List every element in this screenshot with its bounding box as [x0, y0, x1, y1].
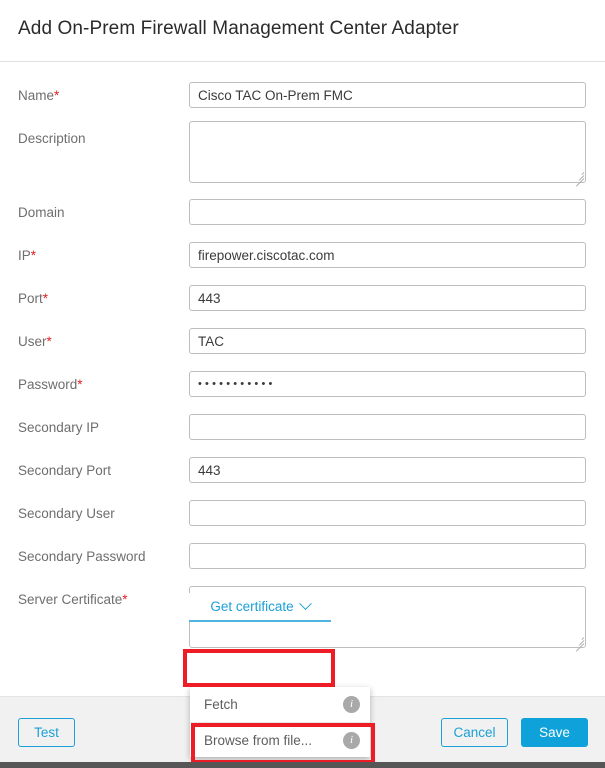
chevron-down-icon: [298, 597, 312, 611]
input-secondary-user[interactable]: [189, 500, 586, 526]
required-marker: *: [30, 248, 37, 263]
input-port[interactable]: [189, 285, 586, 311]
page-title: Add On-Prem Firewall Management Center A…: [18, 18, 459, 39]
label-text: Port: [18, 291, 43, 306]
info-icon[interactable]: i: [343, 731, 360, 749]
label-text: IP: [18, 248, 31, 263]
label-text: Password: [18, 377, 78, 392]
required-marker: *: [122, 592, 128, 607]
label-text: Name: [18, 88, 55, 103]
save-button[interactable]: Save: [521, 718, 588, 747]
input-user[interactable]: [189, 328, 586, 354]
menu-item-label: Browse from file...: [204, 732, 313, 748]
get-certificate-control: Get certificate: [189, 593, 331, 622]
input-ip[interactable]: [189, 242, 586, 268]
label-secondary-port: Secondary Port: [18, 463, 111, 479]
required-marker: *: [77, 377, 83, 392]
menu-item-fetch[interactable]: Fetch i: [190, 687, 370, 722]
get-certificate-button[interactable]: Get certificate: [189, 593, 331, 622]
label-domain: Domain: [18, 205, 65, 221]
label-server-certificate: Server Certificate*: [18, 592, 128, 608]
input-domain[interactable]: [189, 199, 586, 225]
label-secondary-user: Secondary User: [18, 506, 115, 522]
input-description[interactable]: [189, 121, 586, 183]
required-marker: *: [54, 88, 60, 103]
window-bottom-bar: [0, 762, 605, 768]
input-secondary-ip[interactable]: [189, 414, 586, 440]
label-description: Description: [18, 131, 86, 147]
label-port: Port*: [18, 291, 48, 307]
get-certificate-label: Get certificate: [210, 599, 294, 614]
label-text: Secondary Password: [18, 549, 146, 564]
label-text: Server Certificate: [18, 592, 123, 607]
menu-item-browse-from-file[interactable]: Browse from file... i: [190, 722, 370, 757]
menu-item-label: Fetch: [204, 697, 238, 712]
label-name: Name*: [18, 88, 59, 104]
label-text: Secondary Port: [18, 463, 112, 478]
required-marker: *: [46, 334, 52, 349]
dialog-header: Add On-Prem Firewall Management Center A…: [0, 0, 605, 62]
label-password: Password*: [18, 377, 83, 393]
label-secondary-ip: Secondary IP: [18, 420, 99, 436]
label-text: Secondary User: [18, 506, 115, 521]
label-user: User*: [18, 334, 52, 350]
input-password[interactable]: [189, 371, 586, 397]
label-ip: IP*: [18, 248, 36, 264]
required-marker: *: [42, 291, 49, 306]
input-name[interactable]: [189, 82, 586, 108]
label-text: Description: [18, 131, 86, 146]
label-text: Secondary IP: [18, 420, 100, 435]
info-icon[interactable]: i: [343, 696, 360, 713]
get-certificate-dropdown-menu: Fetch i Browse from file... i: [190, 687, 370, 757]
cancel-button[interactable]: Cancel: [441, 718, 508, 747]
label-text: User: [18, 334, 47, 349]
test-button[interactable]: Test: [18, 718, 75, 747]
dialog-add-onprem-fmc-adapter: Add On-Prem Firewall Management Center A…: [0, 0, 605, 768]
input-secondary-port[interactable]: [189, 457, 586, 483]
label-secondary-password: Secondary Password: [18, 549, 146, 565]
label-text: Domain: [18, 205, 65, 220]
input-secondary-password[interactable]: [189, 543, 586, 569]
